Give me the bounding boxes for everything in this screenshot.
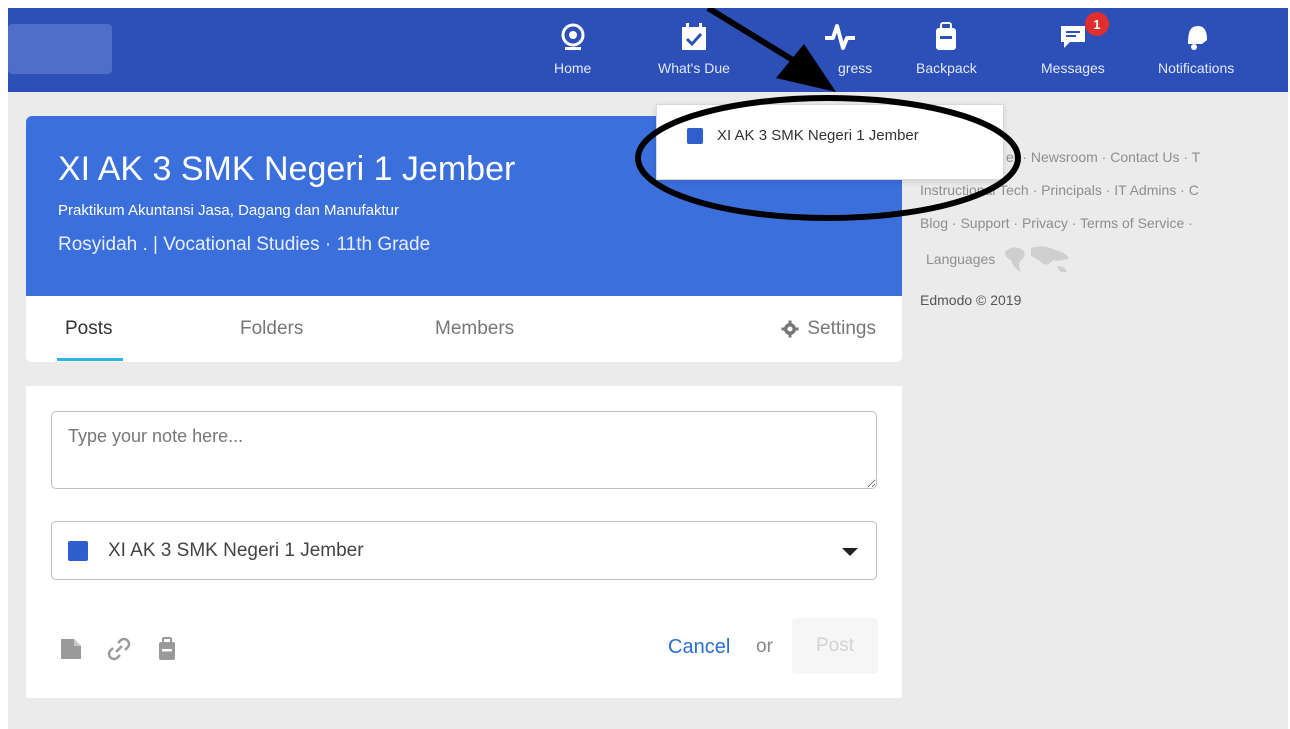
calendar-check-icon bbox=[676, 18, 712, 56]
footer-links-row-1[interactable]: er · Newsroom · Contact Us · T bbox=[1006, 149, 1200, 165]
chevron-down-icon bbox=[842, 548, 858, 556]
dropdown-group-label: XI AK 3 SMK Negeri 1 Jember bbox=[717, 127, 919, 144]
nav-home-label: Home bbox=[554, 60, 592, 76]
languages-label: Languages bbox=[926, 251, 996, 267]
post-button[interactable]: Post bbox=[792, 618, 878, 674]
group-meta: Rosyidah . | Vocational Studies · 11th G… bbox=[58, 234, 431, 255]
settings-label: Settings bbox=[807, 318, 876, 339]
active-tab-indicator bbox=[57, 358, 123, 361]
link-icon[interactable] bbox=[106, 636, 132, 667]
footer-links-row-2[interactable]: Instructional Tech · Principals · IT Adm… bbox=[920, 182, 1199, 198]
group-select[interactable]: XI AK 3 SMK Negeri 1 Jember bbox=[51, 521, 877, 580]
screenshot-frame: Home What's Due gress Backpack 1 Message… bbox=[8, 8, 1288, 729]
nav-home[interactable]: Home bbox=[554, 18, 591, 86]
nav-progress[interactable]: gress bbox=[808, 18, 872, 86]
group-subtitle: Praktikum Akuntansi Jasa, Dagang dan Man… bbox=[58, 202, 400, 219]
gear-icon bbox=[781, 320, 799, 338]
nav-progress-label: gress bbox=[838, 60, 873, 76]
tab-members[interactable]: Members bbox=[435, 318, 514, 340]
note-input[interactable] bbox=[51, 411, 877, 489]
nav-messages-label: Messages bbox=[1041, 60, 1105, 76]
dropdown-group-item[interactable]: XI AK 3 SMK Negeri 1 Jember bbox=[687, 127, 919, 144]
chat-icon: 1 bbox=[1055, 12, 1109, 56]
progress-pulse-icon bbox=[822, 18, 858, 56]
tab-settings[interactable]: Settings bbox=[781, 318, 876, 340]
progress-group-dropdown: XI AK 3 SMK Negeri 1 Jember bbox=[656, 104, 1004, 180]
nav-backpack[interactable]: Backpack bbox=[916, 18, 977, 86]
home-icon bbox=[555, 18, 591, 56]
group-select-value: XI AK 3 SMK Negeri 1 Jember bbox=[108, 539, 364, 561]
post-composer: XI AK 3 SMK Negeri 1 Jember Cancel or Po… bbox=[26, 386, 902, 698]
world-map-icon bbox=[1005, 246, 1070, 273]
backpack-attach-icon[interactable] bbox=[154, 636, 180, 667]
file-icon[interactable] bbox=[58, 636, 84, 667]
group-color-swatch bbox=[68, 540, 88, 561]
group-title: XI AK 3 SMK Negeri 1 Jember bbox=[58, 150, 516, 188]
group-tabs: Posts Folders Members Settings bbox=[26, 296, 902, 362]
or-separator: or bbox=[756, 636, 773, 657]
cancel-link[interactable]: Cancel bbox=[668, 636, 730, 659]
logo[interactable] bbox=[8, 24, 112, 74]
footer-links-row-3[interactable]: Blog · Support · Privacy · Terms of Serv… bbox=[920, 215, 1193, 231]
backpack-icon bbox=[928, 18, 964, 56]
nav-messages[interactable]: 1 Messages bbox=[1041, 12, 1109, 86]
tab-folders[interactable]: Folders bbox=[240, 318, 303, 340]
group-color-swatch bbox=[687, 127, 703, 144]
copyright: Edmodo © 2019 bbox=[920, 292, 1022, 308]
languages-link[interactable]: Languages bbox=[926, 242, 1073, 276]
bell-icon bbox=[1178, 18, 1214, 56]
nav-whats-due-label: What's Due bbox=[658, 60, 730, 76]
nav-backpack-label: Backpack bbox=[916, 60, 977, 76]
top-nav-bar: Home What's Due gress Backpack 1 Message… bbox=[8, 8, 1288, 92]
nav-notifications[interactable]: Notifications bbox=[1158, 18, 1234, 86]
nav-notifications-label: Notifications bbox=[1158, 60, 1235, 76]
tab-posts[interactable]: Posts bbox=[65, 318, 113, 340]
nav-whats-due[interactable]: What's Due bbox=[658, 18, 730, 86]
messages-badge: 1 bbox=[1084, 12, 1109, 36]
